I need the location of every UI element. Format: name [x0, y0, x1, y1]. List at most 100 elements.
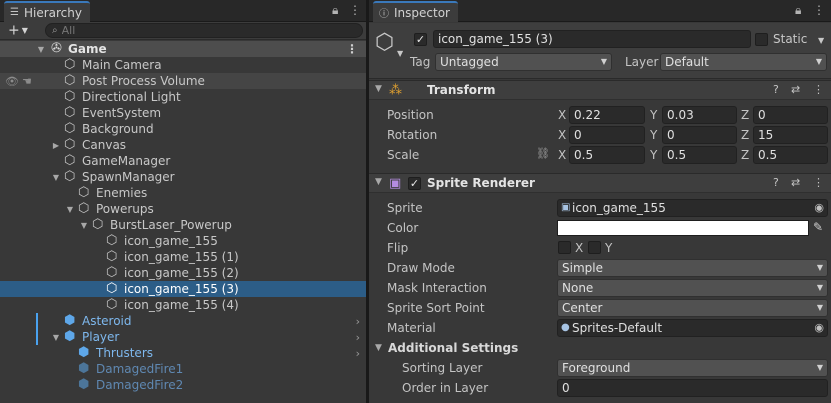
expand-arrow-icon[interactable]: ▶ [51, 141, 61, 150]
eyedropper-icon[interactable]: ✎ [813, 220, 823, 234]
object-picker-icon[interactable]: ◉ [814, 200, 824, 216]
hierarchy-item[interactable]: ⬡ icon_game_155 (4) [0, 297, 366, 313]
hierarchy-item[interactable]: ⬢ Asteroid › [0, 313, 366, 329]
additional-settings-title[interactable]: Additional Settings [388, 341, 518, 355]
eye-icon[interactable]: 👁︎ [5, 75, 19, 88]
scale-x-field[interactable]: 0.5 [569, 146, 645, 164]
hierarchy-item[interactable]: ▼ ⬡ Powerups [0, 201, 366, 217]
active-checkbox[interactable]: ✓ [414, 33, 427, 46]
tab-inspector[interactable]: ⓘ Inspector [373, 1, 458, 22]
more-icon[interactable]: ⋮ [813, 3, 825, 17]
static-label: Static [773, 32, 808, 46]
hierarchy-item[interactable]: 👁︎ ☚ ⬡ Post Process Volume [0, 73, 366, 89]
material-value: Sprites-Default [572, 321, 663, 335]
hierarchy-item[interactable]: ⬢ Thrusters › [0, 345, 366, 361]
hierarchy-item[interactable]: ⬡ Background [0, 121, 366, 137]
hierarchy-item[interactable]: ⬢ DamagedFire2 [0, 377, 366, 393]
component-menu-icon[interactable]: ⋮ [813, 83, 824, 96]
flip-label: Flip [387, 241, 409, 255]
hierarchy-item-label: Directional Light [82, 90, 181, 104]
object-name-field[interactable]: icon_game_155 (3) [433, 30, 751, 48]
mask-interaction-dropdown[interactable]: None ▼ [557, 279, 828, 297]
hierarchy-item[interactable]: ⬡ Main Camera [0, 57, 366, 73]
hierarchy-item[interactable]: ⬡ Directional Light [0, 89, 366, 105]
collapse-arrow-icon[interactable]: ▼ [375, 343, 382, 353]
constrain-proportions-icon[interactable]: ⛓ [536, 147, 550, 160]
scene-row[interactable]: ▼ ✇ Game ⋮ [0, 41, 366, 57]
collapse-arrow-icon[interactable]: ▼ [51, 333, 61, 342]
layer-dropdown[interactable]: Default ▼ [660, 53, 827, 71]
chevron-right-icon[interactable]: › [356, 315, 360, 328]
hierarchy-item[interactable]: ⬡ Enemies [0, 185, 366, 201]
collapse-arrow-icon[interactable]: ▼ [51, 173, 61, 182]
caret-down-icon[interactable]: ▼ [397, 49, 403, 58]
static-dropdown-icon[interactable]: ▼ [818, 36, 824, 45]
hierarchy-item[interactable]: ⬡ EventSystem [0, 105, 366, 121]
sprite-renderer-header[interactable]: ▼ ▣ ✓ Sprite Renderer ? ⇄ ⋮ [369, 173, 831, 193]
object-picker-icon[interactable]: ◉ [814, 320, 824, 336]
hierarchy-item-label: Player [82, 330, 120, 344]
hierarchy-item[interactable]: ⬡ icon_game_155 (2) [0, 265, 366, 281]
search-input[interactable] [61, 24, 332, 37]
hierarchy-item[interactable]: ▼ ⬡ BurstLaser_Powerup [0, 217, 366, 233]
help-icon[interactable]: ? [773, 83, 779, 96]
hierarchy-item[interactable]: ⬡ icon_game_155 [0, 233, 366, 249]
static-checkbox[interactable] [755, 33, 768, 46]
collapse-arrow-icon[interactable]: ▼ [65, 205, 75, 214]
create-button[interactable]: + ▼ [8, 22, 28, 40]
gameobject-icon[interactable]: ⬡ [375, 31, 394, 55]
rotation-z-field[interactable]: 15 [753, 126, 828, 144]
scene-menu-icon[interactable]: ⋮ [346, 42, 358, 56]
rotation-y-field[interactable]: 0 [662, 126, 737, 144]
hierarchy-tabbar: ☰ Hierarchy 🔒︎ ⋮ [0, 0, 366, 22]
help-icon[interactable]: ? [773, 176, 779, 189]
hierarchy-panel: ☰ Hierarchy 🔒︎ ⋮ +▼ ⌕ ▼ ✇ Game ⋮ ⬡ Main … [0, 0, 366, 403]
chevron-right-icon[interactable]: › [356, 331, 360, 344]
hierarchy-item[interactable]: ▶ ⬡ Canvas [0, 137, 366, 153]
sprite-sort-point-dropdown[interactable]: Center ▼ [557, 299, 828, 317]
tag-dropdown[interactable]: Untagged ▼ [435, 53, 612, 71]
info-icon: ⓘ [379, 9, 389, 20]
gameobject-icon: ⬡ [64, 153, 76, 168]
hierarchy-item[interactable]: ⬡ GameManager [0, 153, 366, 169]
lock-icon[interactable]: 🔒︎ [795, 3, 801, 18]
flip-y-checkbox[interactable] [588, 241, 601, 254]
chevron-right-icon[interactable]: › [356, 347, 360, 360]
position-x-field[interactable]: 0.22 [569, 106, 645, 124]
unity-scene-icon: ✇ [51, 41, 62, 56]
more-icon[interactable]: ⋮ [349, 3, 361, 17]
hierarchy-item[interactable]: ▼ ⬡ SpawnManager [0, 169, 366, 185]
draw-mode-dropdown[interactable]: Simple ▼ [557, 259, 828, 277]
scale-y-field[interactable]: 0.5 [662, 146, 737, 164]
sorting-layer-value: Foreground [562, 361, 631, 375]
transform-header[interactable]: ▼ ⁂ Transform ? ⇄ ⋮ [369, 80, 831, 100]
collapse-arrow-icon[interactable]: ▼ [375, 177, 382, 187]
presets-icon[interactable]: ⇄ [791, 83, 800, 96]
sorting-layer-dropdown[interactable]: Foreground ▼ [557, 359, 828, 377]
collapse-arrow-icon[interactable]: ▼ [79, 221, 89, 230]
tab-hierarchy[interactable]: ☰ Hierarchy [4, 1, 90, 22]
hierarchy-item[interactable]: ▼ ⬢ Player › [0, 329, 366, 345]
lock-icon[interactable]: 🔒︎ [332, 3, 338, 18]
position-z-field[interactable]: 0 [753, 106, 828, 124]
gameobject-icon: ⬡ [64, 105, 76, 120]
pickable-icon[interactable]: ☚ [22, 75, 32, 88]
hierarchy-item-selected[interactable]: ⬡ icon_game_155 (3) [0, 281, 366, 297]
collapse-arrow-icon[interactable]: ▼ [375, 84, 382, 94]
hierarchy-item[interactable]: ⬢ DamagedFire1 [0, 361, 366, 377]
sprite-renderer-enabled-checkbox[interactable]: ✓ [408, 177, 421, 190]
rotation-x-field[interactable]: 0 [569, 126, 645, 144]
presets-icon[interactable]: ⇄ [791, 176, 800, 189]
component-menu-icon[interactable]: ⋮ [813, 176, 824, 189]
scale-z-field[interactable]: 0.5 [753, 146, 828, 164]
flip-x-checkbox[interactable] [558, 241, 571, 254]
sprite-field[interactable]: ▣ icon_game_155 ◉ [557, 199, 828, 217]
hierarchy-item[interactable]: ⬡ icon_game_155 (1) [0, 249, 366, 265]
color-swatch[interactable] [557, 220, 809, 236]
hierarchy-item-label: Enemies [96, 186, 148, 200]
material-field[interactable]: ● Sprites-Default ◉ [557, 319, 828, 337]
expand-arrow-icon[interactable]: ▼ [36, 45, 46, 54]
position-y-field[interactable]: 0.03 [662, 106, 737, 124]
order-in-layer-field[interactable]: 0 [557, 379, 828, 397]
hierarchy-search[interactable]: ⌕ [45, 23, 363, 38]
